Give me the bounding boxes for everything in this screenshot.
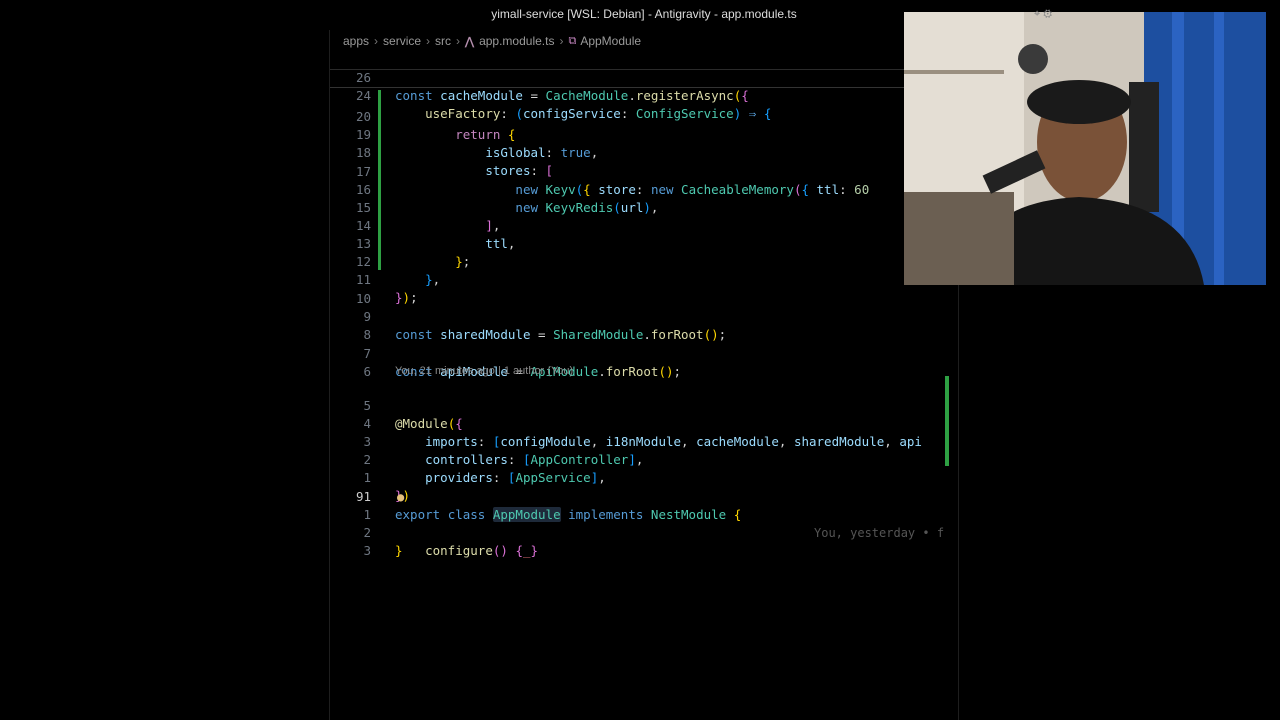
code-line-row[interactable]: 1 }) (330, 451, 958, 503)
code-line-row[interactable]: 20 return { (330, 90, 958, 142)
code-line-row[interactable]: 1 ● configure() {_} (330, 488, 958, 558)
sticky-line[interactable]: 26 const cacheModule = CacheModule.regis… (330, 51, 958, 103)
code-line-row[interactable]: 3 (330, 524, 958, 558)
code-line: } (395, 543, 403, 558)
code-line-row-current[interactable]: 91 export class AppModule implements Nes… (330, 470, 958, 540)
webcam-image (904, 12, 1266, 285)
side-panel (0, 30, 330, 720)
code-editor[interactable]: apps › service › src › ⋀ app.module.ts › ⧉ A… (330, 30, 959, 720)
webcam-overlay (904, 12, 1266, 285)
code-line-row[interactable]: 5 @Module({ (330, 379, 958, 431)
code-line-row[interactable]: 2 } (330, 506, 958, 558)
line-number: 3 (363, 543, 371, 558)
file-ts-icon: ⋀ (465, 35, 475, 48)
sticky-line[interactable]: 24 useFactory: (configService: ConfigSer… (330, 69, 958, 121)
code-line-row[interactable]: 8 (330, 308, 958, 342)
lightbulb-icon[interactable]: ● (397, 490, 409, 504)
code-line-row[interactable]: 13 }; (330, 217, 958, 269)
code-line-row[interactable]: 11 }); (330, 253, 958, 305)
toolbar-icon[interactable]: ⌖ (1034, 8, 1040, 20)
code-line-row[interactable]: 16 new KeyvRedis(url), (330, 163, 958, 215)
code-line-row[interactable]: 10 (330, 272, 958, 306)
code-line: configure() {_} (425, 543, 539, 558)
code-line-row[interactable]: 9 const sharedModule = SharedModule.forR… (330, 290, 958, 342)
code-line-row[interactable]: 12 }, (330, 235, 958, 287)
code-line-row[interactable]: 14 ttl, (330, 199, 958, 251)
scrollbar-change-marker[interactable] (945, 376, 949, 466)
titlebar-controls: ⌖ ⚙ (1034, 8, 1052, 21)
breadcrumb-file[interactable]: app.module.ts (479, 34, 554, 48)
breadcrumb-item-apps[interactable]: apps (343, 34, 369, 48)
code-line-row[interactable]: 6 (330, 345, 958, 379)
codelens-author[interactable]: You, 21 minutes ago | 1 author (You) (395, 365, 573, 377)
symbol-class-icon: ⧉ (568, 34, 577, 47)
code-line-row[interactable]: 18 stores: [ (330, 126, 958, 178)
code-line-row[interactable]: 2 providers: [AppService], (330, 433, 958, 485)
breadcrumb-symbol[interactable]: AppModule (580, 34, 641, 48)
code-line-row[interactable]: 7 const apiModule = ApiModule.forRoot(); (330, 327, 958, 379)
breadcrumb-item-service[interactable]: service (383, 34, 421, 48)
code-line-row[interactable]: 17 new Keyv({ store: new CacheableMemory… (330, 145, 958, 197)
breadcrumb: apps › service › src › ⋀ app.module.ts › ⧉ A… (343, 34, 642, 48)
secondary-panel (959, 285, 1280, 720)
toolbar-icon[interactable]: ⚙ (1043, 8, 1052, 20)
breadcrumb-item-src[interactable]: src (435, 34, 451, 48)
code-line-row[interactable]: 19 isGlobal: true, (330, 108, 958, 160)
code-line-row[interactable]: 4 imports: [configModule, i18nModule, ca… (330, 397, 958, 449)
code-line-row[interactable]: 3 controllers: [AppController], (330, 415, 958, 467)
code-line-row[interactable]: 15 ], (330, 181, 958, 233)
